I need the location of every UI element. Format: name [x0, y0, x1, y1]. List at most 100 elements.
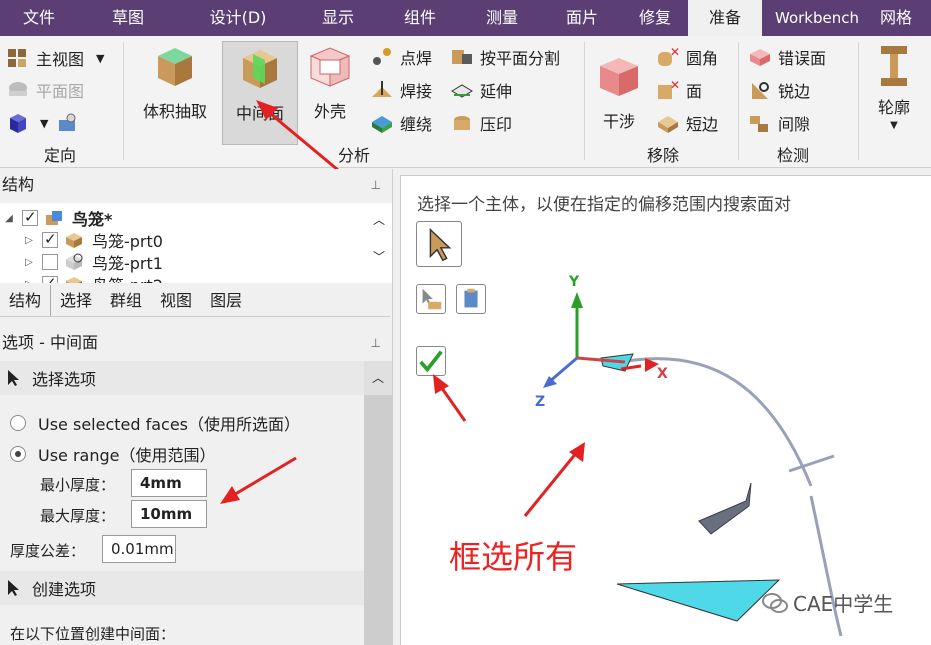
split-by-plane-label: 按平面分割: [480, 49, 561, 68]
split-plane-icon: [452, 50, 472, 64]
weld-icon: [372, 81, 392, 97]
use-selected-faces-label: Use selected faces（使用所选面）: [38, 415, 301, 434]
divider: [584, 42, 585, 160]
extend-label: 延伸: [480, 82, 513, 101]
svg-text:✕: ✕: [670, 46, 680, 59]
wrong-face-button[interactable]: 错误面: [748, 45, 826, 69]
tree-scrollbar[interactable]: ︿ ﹀: [366, 203, 392, 283]
watermark-label: CAE中学生: [793, 592, 894, 616]
sharp-edge-button[interactable]: 锐边: [748, 78, 810, 102]
menu-tab-repair[interactable]: 修复: [622, 0, 688, 36]
menu-tab-workbench[interactable]: Workbench: [762, 0, 872, 36]
round-button[interactable]: ✕ 圆角: [656, 45, 718, 69]
collapse-triangle-icon[interactable]: ◢: [4, 213, 14, 224]
split-by-plane-button[interactable]: 按平面分割: [450, 45, 560, 69]
tree-item-label: 鸟笼*: [72, 210, 113, 229]
chevron-down-icon[interactable]: ▼: [890, 120, 898, 131]
extend-button[interactable]: 延伸: [450, 78, 512, 102]
short-edge-label: 短边: [686, 115, 719, 134]
structure-panel-title: 结构: [2, 175, 35, 194]
short-edge-button[interactable]: 短边: [656, 111, 718, 135]
tree-checkbox[interactable]: [42, 230, 58, 248]
profile-button[interactable]: 轮廓 ▼: [866, 44, 922, 144]
orient-cube-button[interactable]: ▼: [6, 112, 86, 134]
gap-icon: [750, 116, 768, 132]
interference-button[interactable]: 干涉: [592, 52, 646, 134]
menu-tab-assembly[interactable]: 组件: [378, 0, 462, 36]
scroll-down-icon[interactable]: ﹀: [366, 248, 392, 265]
watermark: CAE中学生: [761, 588, 893, 617]
ribbon: 主视图 ▼ 平面图 ▼ 定向 体积抽取 中间面 外壳 点焊 焊接 缠绕 按平面分…: [0, 36, 931, 168]
tab-layers[interactable]: 图层: [201, 285, 251, 316]
tab-groups[interactable]: 群组: [101, 285, 151, 316]
menu-tab-file[interactable]: 文件: [0, 0, 78, 36]
use-range-radio[interactable]: [10, 446, 26, 462]
create-options-section[interactable]: 创建选项: [0, 571, 364, 605]
pointer-icon: [8, 370, 19, 386]
pin-icon[interactable]: ⊥: [371, 327, 381, 359]
menu-tab-sketch[interactable]: 草图: [78, 0, 178, 36]
thickness-tolerance-input[interactable]: 0.01mm: [102, 535, 176, 563]
expand-triangle-icon[interactable]: ▷: [24, 257, 34, 268]
plan-view-icon: [9, 82, 27, 96]
tree-item-prt0[interactable]: ▷ 鸟笼-prt0: [24, 229, 163, 251]
structure-tabs: 结构 选择 群组 视图 图层: [0, 285, 390, 317]
volume-extract-button[interactable]: 体积抽取: [136, 42, 214, 124]
tree-item-label: 鸟笼-prt0: [92, 232, 163, 251]
tree-item-prt2[interactable]: ▷ 鸟笼-prt2: [24, 273, 163, 283]
plan-view-button[interactable]: 平面图: [6, 78, 84, 102]
group-label-orient: 定向: [43, 146, 76, 165]
tab-views[interactable]: 视图: [151, 285, 201, 316]
group-label-detect: 检测: [776, 146, 809, 165]
tree-checkbox[interactable]: [42, 274, 58, 283]
graphics-viewport[interactable]: 选择一个主体，以便在指定的偏移范围内搜索面对 Y X Z 框选所有 CAE中学生: [400, 175, 931, 645]
use-selected-faces-radio[interactable]: [10, 415, 26, 431]
divider: [858, 42, 859, 160]
use-range-option[interactable]: Use range（使用范围）: [10, 442, 216, 466]
shell-icon: [309, 47, 351, 87]
expand-triangle-icon[interactable]: ▷: [24, 235, 34, 246]
tree-checkbox[interactable]: [22, 208, 38, 226]
pin-icon[interactable]: ⊥: [371, 169, 381, 201]
chevron-down-icon[interactable]: ▼: [40, 117, 48, 130]
menu-tab-prepare[interactable]: 准备: [688, 0, 762, 36]
short-edge-icon: [658, 116, 678, 133]
chevron-down-icon[interactable]: ▼: [96, 52, 104, 65]
spot-weld-button[interactable]: 点焊: [370, 45, 432, 69]
weld-button[interactable]: 焊接: [370, 78, 432, 102]
annotation-arrow-thickness: [220, 456, 297, 504]
midsurface-icon: [243, 50, 277, 88]
tree-checkbox[interactable]: [42, 254, 58, 270]
main-view-button[interactable]: 主视图 ▼: [6, 46, 104, 70]
min-thickness-label: 最小厚度：: [40, 476, 116, 494]
collapse-chevron-icon[interactable]: ︿: [364, 361, 392, 395]
thickness-tolerance-label: 厚度公差：: [10, 542, 86, 560]
use-selected-faces-option[interactable]: Use selected faces（使用所选面）: [10, 411, 300, 435]
main-view-icon: [8, 49, 26, 67]
sharp-edge-icon: [752, 82, 769, 99]
menu-tab-display[interactable]: 显示: [298, 0, 378, 36]
structure-tree: ◢ 鸟笼* ▷ 鸟笼-prt0 ▷ 鸟笼-prt1 ▷ 鸟笼-prt2: [0, 203, 390, 283]
tree-item-prt1[interactable]: ▷ 鸟笼-prt1: [24, 251, 163, 273]
max-thickness-input[interactable]: 10mm: [131, 500, 207, 528]
min-thickness-input[interactable]: 4mm: [131, 469, 207, 497]
tree-item-label: 鸟笼-prt1: [92, 254, 163, 273]
face-button[interactable]: ✕ 面: [656, 78, 702, 102]
gap-button[interactable]: 间隙: [748, 111, 810, 135]
face-remove-icon: ✕: [658, 79, 680, 99]
menu-tab-design[interactable]: 设计(D): [178, 0, 298, 36]
tree-item-root[interactable]: ◢ 鸟笼*: [4, 207, 112, 229]
tab-structure[interactable]: 结构: [0, 285, 52, 316]
imprint-button[interactable]: 压印: [450, 111, 512, 135]
expand-triangle-icon[interactable]: ▷: [24, 279, 34, 284]
menu-tab-facets[interactable]: 面片: [542, 0, 622, 36]
wrap-button[interactable]: 缠绕: [370, 111, 432, 135]
menu-tab-mesh[interactable]: 网格: [872, 0, 931, 36]
menu-tab-measure[interactable]: 测量: [462, 0, 542, 36]
scroll-up-icon[interactable]: ︿: [366, 211, 392, 228]
select-options-label: 选择选项: [32, 370, 97, 389]
select-options-section[interactable]: 选择选项: [0, 361, 364, 395]
tab-selection[interactable]: 选择: [51, 285, 101, 316]
options-scrollbar[interactable]: [364, 395, 392, 645]
hidden-part-icon: [66, 253, 83, 270]
